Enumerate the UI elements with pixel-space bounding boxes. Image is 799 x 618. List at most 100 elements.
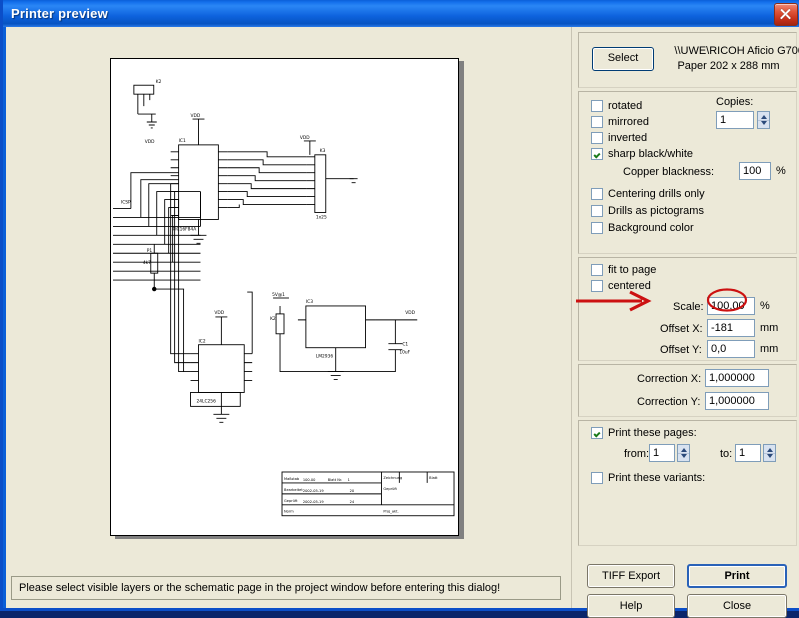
sharp-black-white-checkbox[interactable] bbox=[591, 148, 603, 160]
drills-pictograms-checkbox[interactable] bbox=[591, 205, 603, 217]
offset-x-unit: mm bbox=[760, 322, 779, 334]
correction-y-field[interactable]: 1,000000 bbox=[705, 392, 769, 410]
from-spinner[interactable] bbox=[677, 444, 690, 462]
svg-text:Zeichnung: Zeichnung bbox=[383, 476, 402, 480]
pane-separator bbox=[571, 27, 572, 608]
svg-text:10uF: 10uF bbox=[399, 350, 410, 356]
checkbox-row-fit-to-page[interactable]: fit to page bbox=[591, 264, 656, 276]
svg-text:Bearbeitet: Bearbeitet bbox=[284, 488, 303, 492]
scale-label: Scale: bbox=[673, 301, 704, 313]
checkbox-row-print-these-variants[interactable]: Print these variants: bbox=[591, 472, 705, 484]
copies-spinner[interactable] bbox=[757, 111, 770, 129]
options-pane: Select \\UWE\RICOH Aficio G700 Paper 202… bbox=[574, 27, 799, 618]
svg-text:20: 20 bbox=[350, 489, 355, 493]
svg-text:K2: K2 bbox=[156, 79, 162, 85]
svg-text:5V@1: 5V@1 bbox=[272, 292, 285, 298]
from-label: from: bbox=[624, 448, 650, 460]
tiff-export-button[interactable]: TIFF Export bbox=[587, 564, 675, 588]
page-preview[interactable]: K2 ICSP VDD IC1 VDD PIC16F84A P1 4k7 K3 … bbox=[110, 58, 459, 536]
checkbox-row-inverted[interactable]: inverted bbox=[591, 132, 647, 144]
checkbox-row-centered[interactable]: centered bbox=[591, 280, 651, 292]
offset-x-label: Offset X: bbox=[660, 323, 703, 335]
checkbox-row-print-these-pages[interactable]: Print these pages: bbox=[591, 427, 697, 439]
correction-x-label: Correction X: bbox=[637, 373, 702, 385]
title-bar: Printer preview bbox=[3, 0, 799, 27]
copies-field[interactable]: 1 bbox=[716, 111, 754, 129]
svg-text:2002-05-19: 2002-05-19 bbox=[303, 489, 324, 493]
svg-text:IC1: IC1 bbox=[179, 138, 186, 144]
printer-name-label: \\UWE\RICOH Aficio G700 bbox=[674, 45, 799, 57]
inverted-label: inverted bbox=[608, 132, 648, 144]
offset-y-field[interactable]: 0,0 bbox=[707, 340, 755, 358]
status-bar: Please select visible layers or the sche… bbox=[11, 576, 561, 600]
printer-group: Select \\UWE\RICOH Aficio G700 Paper 202… bbox=[578, 32, 799, 88]
correction-y-label: Correction Y: bbox=[637, 396, 701, 408]
svg-text:K2: K2 bbox=[270, 316, 276, 322]
svg-text:IC2: IC2 bbox=[198, 339, 205, 345]
mirrored-checkbox[interactable] bbox=[591, 116, 603, 128]
centering-drills-checkbox[interactable] bbox=[591, 188, 603, 200]
fit-to-page-label: fit to page bbox=[608, 264, 657, 276]
svg-text:100.00: 100.00 bbox=[303, 478, 316, 482]
scale-group: fit to page centered Scale: 100,00 % Off… bbox=[578, 257, 797, 361]
checkbox-row-mirrored[interactable]: mirrored bbox=[591, 116, 649, 128]
svg-text:24LC256: 24LC256 bbox=[197, 398, 217, 404]
svg-text:Norm: Norm bbox=[284, 510, 294, 514]
svg-text:Geprüft: Geprüft bbox=[284, 499, 298, 503]
svg-text:Maßstab: Maßstab bbox=[284, 477, 300, 481]
checkbox-row-rotated[interactable]: rotated bbox=[591, 100, 642, 112]
centering-drills-label: Centering drills only bbox=[608, 188, 705, 200]
print-these-pages-checkbox[interactable] bbox=[591, 427, 603, 439]
svg-text:IC3: IC3 bbox=[306, 299, 313, 305]
offset-y-unit: mm bbox=[760, 343, 779, 355]
svg-text:ICSP: ICSP bbox=[121, 200, 131, 206]
to-spinner[interactable] bbox=[763, 444, 776, 462]
background-color-checkbox[interactable] bbox=[591, 222, 603, 234]
sharp-black-white-label: sharp black/white bbox=[608, 148, 693, 160]
correction-x-field[interactable]: 1,000000 bbox=[705, 369, 769, 387]
svg-text:LM2936: LM2936 bbox=[316, 354, 334, 360]
background-color-label: Background color bbox=[608, 222, 694, 234]
paper-size-label: Paper 202 x 288 mm bbox=[677, 60, 780, 72]
checkbox-row-sharp-black-white[interactable]: sharp black/white bbox=[591, 148, 693, 160]
schematic-drawing: K2 ICSP VDD IC1 VDD PIC16F84A P1 4k7 K3 … bbox=[112, 79, 455, 517]
offset-x-field[interactable]: -181 bbox=[707, 319, 755, 337]
print-these-variants-checkbox[interactable] bbox=[591, 472, 603, 484]
to-field[interactable]: 1 bbox=[735, 444, 761, 462]
svg-text:Blatt Nr.: Blatt Nr. bbox=[328, 478, 342, 482]
rotated-checkbox[interactable] bbox=[591, 100, 603, 112]
print-button[interactable]: Print bbox=[687, 564, 787, 588]
mirrored-label: mirrored bbox=[608, 116, 649, 128]
fit-to-page-checkbox[interactable] bbox=[591, 264, 603, 276]
checkbox-row-centering-drills[interactable]: Centering drills only bbox=[591, 188, 705, 200]
svg-text:Proj_akt.: Proj_akt. bbox=[383, 510, 398, 514]
close-button[interactable]: Close bbox=[687, 594, 787, 618]
checkbox-row-background-color[interactable]: Background color bbox=[591, 222, 694, 234]
scale-field[interactable]: 100,00 bbox=[707, 297, 755, 315]
scale-unit: % bbox=[760, 300, 770, 312]
centered-checkbox[interactable] bbox=[591, 280, 603, 292]
title-bar-buttons bbox=[774, 3, 798, 26]
svg-text:VDD: VDD bbox=[214, 310, 224, 316]
svg-text:C1: C1 bbox=[402, 342, 408, 348]
svg-text:VDD: VDD bbox=[191, 113, 201, 119]
copper-blackness-unit: % bbox=[776, 165, 786, 177]
inverted-checkbox[interactable] bbox=[591, 132, 603, 144]
svg-text:1x25: 1x25 bbox=[316, 214, 327, 220]
svg-text:4k7: 4k7 bbox=[143, 260, 151, 266]
close-icon[interactable] bbox=[774, 3, 798, 26]
copies-label: Copies: bbox=[716, 96, 754, 108]
print-these-variants-label: Print these variants: bbox=[608, 472, 706, 484]
checkbox-row-drills-pictograms[interactable]: Drills as pictograms bbox=[591, 205, 704, 217]
select-printer-button[interactable]: Select bbox=[592, 47, 654, 71]
preview-pane: K2 ICSP VDD IC1 VDD PIC16F84A P1 4k7 K3 … bbox=[6, 27, 569, 572]
from-field[interactable]: 1 bbox=[649, 444, 675, 462]
copper-blackness-label: Copper blackness: bbox=[623, 166, 715, 178]
svg-text:2002-05-19: 2002-05-19 bbox=[303, 500, 324, 504]
help-button[interactable]: Help bbox=[587, 594, 675, 618]
svg-text:VDD: VDD bbox=[145, 139, 155, 145]
rotated-label: rotated bbox=[608, 100, 643, 112]
svg-text:K3: K3 bbox=[320, 148, 326, 154]
copper-blackness-field[interactable]: 100 bbox=[739, 162, 771, 180]
correction-group: Correction X: 1,000000 Correction Y: 1,0… bbox=[578, 364, 797, 417]
